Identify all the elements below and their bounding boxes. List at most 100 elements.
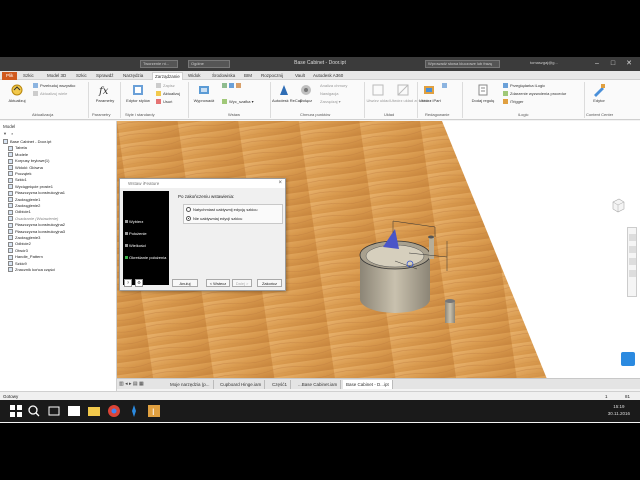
doc-tab-hinge[interactable]: Cupboard Hinge.iam xyxy=(217,380,266,389)
orbit-icon[interactable] xyxy=(629,258,636,265)
task-view-icon[interactable] xyxy=(46,403,62,419)
doc-tab-door[interactable]: Base Cabinet - D...ipt xyxy=(343,380,393,389)
create-ipart-button[interactable]: Utwórz iPart xyxy=(419,83,441,103)
pan-icon[interactable] xyxy=(629,234,636,241)
tree-item[interactable]: Odbicie1 xyxy=(8,209,31,215)
finish-button[interactable]: Zakończ xyxy=(257,279,282,287)
radio-no-activate[interactable] xyxy=(186,216,191,222)
tab-inspect[interactable]: Sprawdź xyxy=(96,72,114,80)
update-button[interactable]: Aktualizuj xyxy=(3,83,31,103)
tab-environments[interactable]: Środowiska xyxy=(212,72,235,80)
tree-item[interactable]: Znacznik końca części xyxy=(8,267,55,273)
add-rule-button[interactable]: Dodaj regułę xyxy=(466,83,500,103)
step-position[interactable]: Położenie xyxy=(125,231,147,236)
inventor-icon[interactable]: I xyxy=(146,403,162,419)
update-style-button[interactable]: Aktualizuj xyxy=(156,91,180,97)
tab-get-started[interactable]: Rozpocznij xyxy=(261,72,283,80)
tab-vault[interactable]: Vault xyxy=(295,72,305,80)
step-select[interactable]: Wybierz xyxy=(125,219,143,224)
tree-item[interactable]: Początek xyxy=(8,171,31,177)
tree-item[interactable]: Base Cabinet - Door.ipt xyxy=(3,139,51,145)
parameters-button[interactable]: fx Parametry xyxy=(91,83,119,103)
tree-item[interactable]: Szkic1 xyxy=(8,177,27,183)
tab-model-3d[interactable]: Model 3D xyxy=(47,72,66,80)
tab-manage[interactable]: Zarządzanie xyxy=(152,72,183,80)
attach-button[interactable]: Dołącz xyxy=(296,83,316,103)
windows-start-icon[interactable] xyxy=(8,403,24,419)
search-icon[interactable] xyxy=(26,403,42,419)
minimize-button[interactable]: – xyxy=(590,59,604,69)
tree-item[interactable]: Szkic9 xyxy=(8,261,27,267)
close-button[interactable]: ✕ xyxy=(622,59,636,69)
tree-item[interactable]: Płaszczyzna konstrukcyjna1 xyxy=(8,190,65,196)
tree-item[interactable]: Handle_Pattern xyxy=(8,254,43,260)
user-menu[interactable]: tomaszgaj@g... xyxy=(528,60,578,68)
doc-tab-part1[interactable]: Część1 xyxy=(269,380,292,389)
help-icon[interactable] xyxy=(621,352,635,366)
tree-item[interactable]: Zaokrąglenie1 xyxy=(8,197,40,203)
step-precise-position[interactable]: Określanie położenia xyxy=(125,255,166,260)
step-size[interactable]: Wielkości xyxy=(125,243,146,248)
tab-tools[interactable]: Narzędzia xyxy=(123,72,143,80)
ipart-small-tools[interactable] xyxy=(442,83,449,89)
insert-small-1[interactable] xyxy=(222,83,243,89)
tree-item[interactable]: Zaokrąglenie3 xyxy=(8,235,40,241)
option-no-activate[interactable]: Nie uaktywniaj edycji szkicu xyxy=(186,216,242,222)
settings-icon[interactable]: ⚙ xyxy=(135,279,143,287)
tab-view[interactable]: Widok xyxy=(188,72,201,80)
file-explorer-icon[interactable] xyxy=(86,403,102,419)
tree-item[interactable]: Osadzanie (Wstawienie) xyxy=(8,216,58,222)
itrigger-button[interactable]: iTrigger xyxy=(503,99,523,105)
tree-item[interactable]: Zaokrąglenie2 xyxy=(8,203,40,209)
tree-item[interactable]: Korpusy brylowe(1) xyxy=(8,158,49,164)
tab-bim[interactable]: BIM xyxy=(244,72,252,80)
tab-sketch-2[interactable]: Szkic xyxy=(76,72,87,80)
point-cloud-manage[interactable]: Zarządzaj ▾ xyxy=(320,99,341,104)
help-button[interactable]: ? xyxy=(124,279,132,287)
next-button[interactable]: Dalej > xyxy=(232,279,252,287)
doc-tab-cabinet-asm[interactable]: ...Base Cabinet.iam xyxy=(295,380,342,389)
view-cube[interactable] xyxy=(610,197,626,213)
app-icon[interactable] xyxy=(126,403,142,419)
option-activate-sketch[interactable]: Natychmiast uaktywnij edycję szkicu xyxy=(186,207,257,213)
filter-icon[interactable]: ▼ xyxy=(3,131,7,136)
content-editor-button[interactable]: Edytor xyxy=(588,83,610,103)
derive-button[interactable]: Wyprowadź xyxy=(190,83,218,103)
tree-item[interactable]: Widoki: Główna xyxy=(8,165,43,171)
tree-item[interactable]: Otwór3 xyxy=(8,248,28,254)
zoom-icon[interactable] xyxy=(629,246,636,253)
event-triggers-button[interactable]: Zdarzenie wyzwolenia procedur xyxy=(503,91,566,97)
tree-item[interactable]: Płaszczyzna konstrukcyjna2 xyxy=(8,222,65,228)
dialog-close-button[interactable]: × xyxy=(278,179,282,188)
doc-tab-tools[interactable]: Moje narzędzia (p... xyxy=(167,380,214,389)
point-cloud-navigate[interactable]: Nawigacja xyxy=(320,91,338,96)
cylinder-feature[interactable] xyxy=(359,240,431,313)
tab-file[interactable]: Plik xyxy=(2,72,18,80)
save-style-button[interactable]: Zapisz xyxy=(156,83,175,89)
search-input[interactable]: Wprowadź słowa kluczowe lub frazę xyxy=(425,60,500,68)
browser-search-icon[interactable]: ⌕ xyxy=(11,131,13,136)
system-clock[interactable]: 15:19 30.11.2016 xyxy=(608,403,630,417)
pin-feature[interactable] xyxy=(445,299,455,323)
back-button[interactable]: < Wstecz xyxy=(206,279,230,287)
ifeature-combo[interactable]: Wyc_szafka ▾ xyxy=(222,99,254,105)
update-multiple-button[interactable]: Aktualizuj wiele xyxy=(33,91,67,97)
create-layout-button[interactable]: Utwórz układ xyxy=(366,83,390,103)
tree-item[interactable]: Płaszczyzna konstrukcyjna3 xyxy=(8,229,65,235)
style-editor-button[interactable]: Edytor stylów xyxy=(122,83,154,103)
tab-sketch[interactable]: Szkic xyxy=(23,72,34,80)
look-at-icon[interactable] xyxy=(629,270,636,277)
tree-item[interactable]: Odbicie2 xyxy=(8,241,31,247)
navigation-bar[interactable] xyxy=(627,227,637,297)
purge-style-button[interactable]: Usuń xyxy=(156,99,172,105)
chrome-icon[interactable] xyxy=(106,403,122,419)
cancel-button[interactable]: Anuluj xyxy=(172,279,198,287)
radio-activate-sketch[interactable] xyxy=(186,207,191,213)
tree-item[interactable]: Wyciągnięcie proste1 xyxy=(8,184,53,190)
edge-icon[interactable] xyxy=(66,403,82,419)
tab-nav-icons[interactable]: ▥ ◂ ▸ ▤ ▦ xyxy=(119,381,144,387)
create-layout-sketch-button[interactable]: Utwórz układ ze szkicu xyxy=(390,83,431,103)
tree-item[interactable]: Tabela xyxy=(8,145,27,151)
point-cloud-analysis[interactable]: Analiza chmury xyxy=(320,83,347,88)
recap-button[interactable]: Autodesk ReCap xyxy=(272,83,302,103)
